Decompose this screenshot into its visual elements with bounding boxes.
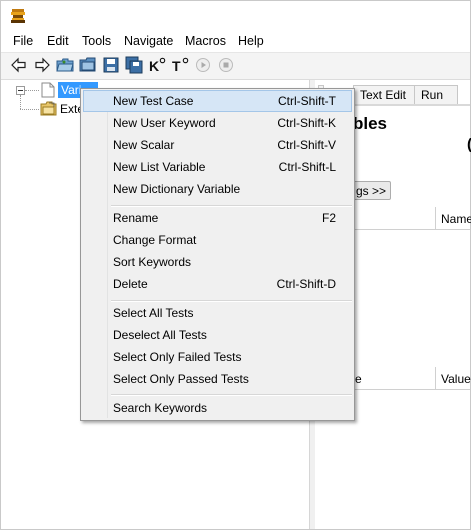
search-tests-icon[interactable]: T <box>171 56 189 74</box>
menu-macros[interactable]: Macros <box>185 34 226 48</box>
tab-run[interactable]: Run <box>414 85 458 104</box>
tree-guide <box>25 90 39 91</box>
title-bar <box>1 1 470 31</box>
tab-text-edit[interactable]: Text Edit <box>353 85 420 104</box>
back-arrow-icon[interactable] <box>10 56 28 74</box>
menu-item-shortcut: Ctrl-Shift-K <box>277 116 336 130</box>
menu-separator <box>111 394 352 396</box>
menu-item-label: New Dictionary Variable <box>113 182 241 196</box>
menu-item-shortcut: Ctrl-Shift-T <box>278 94 336 108</box>
svg-text:T: T <box>172 58 181 74</box>
menu-item-shortcut: F2 <box>321 211 336 225</box>
menu-item-new-user-keyword[interactable]: New User Keyword Ctrl-Shift-K <box>83 112 352 134</box>
menu-item-delete[interactable]: Delete Ctrl-Shift-D <box>83 273 352 295</box>
menu-item-new-list-variable[interactable]: New List Variable Ctrl-Shift-L <box>83 156 352 178</box>
tree-guide <box>20 95 21 109</box>
menu-item-label: New Test Case <box>113 94 194 108</box>
column-header-partial[interactable]: e <box>355 372 362 386</box>
menu-item-label: New Scalar <box>113 138 175 152</box>
menu-help[interactable]: Help <box>238 34 264 48</box>
menu-item-label: Sort Keywords <box>113 255 192 269</box>
menu-item-select-all-tests[interactable]: Select All Tests <box>83 302 352 324</box>
menu-item-rename[interactable]: Rename F2 <box>83 207 352 229</box>
svg-text:K: K <box>149 58 159 74</box>
column-divider <box>435 367 436 389</box>
menu-item-label: Select Only Failed Tests <box>113 350 242 364</box>
save-icon[interactable] <box>102 56 120 74</box>
menu-item-search-keywords[interactable]: Search Keywords <box>83 397 352 419</box>
menu-item-label: Change Format <box>113 233 197 247</box>
menu-item-label: Rename <box>113 211 159 225</box>
tree-guide <box>20 109 39 110</box>
menu-edit[interactable]: Edit <box>47 34 69 48</box>
menu-item-label: Delete <box>113 277 148 291</box>
context-menu: New Test Case Ctrl-Shift-T New User Keyw… <box>80 88 355 421</box>
menu-navigate[interactable]: Navigate <box>124 34 173 48</box>
toolbar: K T <box>1 53 470 80</box>
app-window: File Edit Tools Navigate Macros Help K T <box>0 0 471 530</box>
menu-item-select-failed-tests[interactable]: Select Only Failed Tests <box>83 346 352 368</box>
menu-item-label: Select All Tests <box>113 306 194 320</box>
stop-icon[interactable] <box>217 56 235 74</box>
ride-app-icon <box>9 7 27 25</box>
column-header-name[interactable]: Name <box>441 212 471 226</box>
menu-item-deselect-all-tests[interactable]: Deselect All Tests <box>83 324 352 346</box>
page-title-tail: ( <box>467 136 471 153</box>
menu-item-label: New List Variable <box>113 160 206 174</box>
menu-item-label: Search Keywords <box>113 401 208 415</box>
menu-item-shortcut: Ctrl-Shift-D <box>276 277 336 291</box>
open-directory-icon[interactable] <box>79 56 97 74</box>
menu-item-select-passed-tests[interactable]: Select Only Passed Tests <box>83 368 352 390</box>
menu-item-sort-keywords[interactable]: Sort Keywords <box>83 251 352 273</box>
external-resources-folder-icon <box>40 101 57 116</box>
menu-item-shortcut: Ctrl-Shift-L <box>278 160 336 174</box>
menu-item-new-test-case[interactable]: New Test Case Ctrl-Shift-T <box>83 90 352 112</box>
run-icon[interactable] <box>194 56 212 74</box>
open-folder-icon[interactable] <box>56 56 74 74</box>
collapse-toggle[interactable] <box>16 86 25 95</box>
menu-item-label: Select Only Passed Tests <box>113 372 249 386</box>
menu-item-new-scalar[interactable]: New Scalar Ctrl-Shift-V <box>83 134 352 156</box>
menu-item-label: Deselect All Tests <box>113 328 207 342</box>
save-all-icon[interactable] <box>125 56 143 74</box>
column-divider <box>435 207 436 229</box>
search-keywords-icon[interactable]: K <box>148 56 166 74</box>
menu-bar: File Edit Tools Navigate Macros Help <box>1 31 470 53</box>
menu-item-shortcut: Ctrl-Shift-V <box>277 138 336 152</box>
menu-item-new-dictionary-variable[interactable]: New Dictionary Variable <box>83 178 352 200</box>
page-title: bles <box>353 114 388 133</box>
column-header-value[interactable]: Value <box>441 372 471 386</box>
forward-arrow-icon[interactable] <box>33 56 51 74</box>
menu-file[interactable]: File <box>13 34 33 48</box>
menu-tools[interactable]: Tools <box>82 34 111 48</box>
menu-item-change-format[interactable]: Change Format <box>83 229 352 251</box>
menu-item-label: New User Keyword <box>113 116 216 130</box>
file-icon <box>41 82 55 98</box>
